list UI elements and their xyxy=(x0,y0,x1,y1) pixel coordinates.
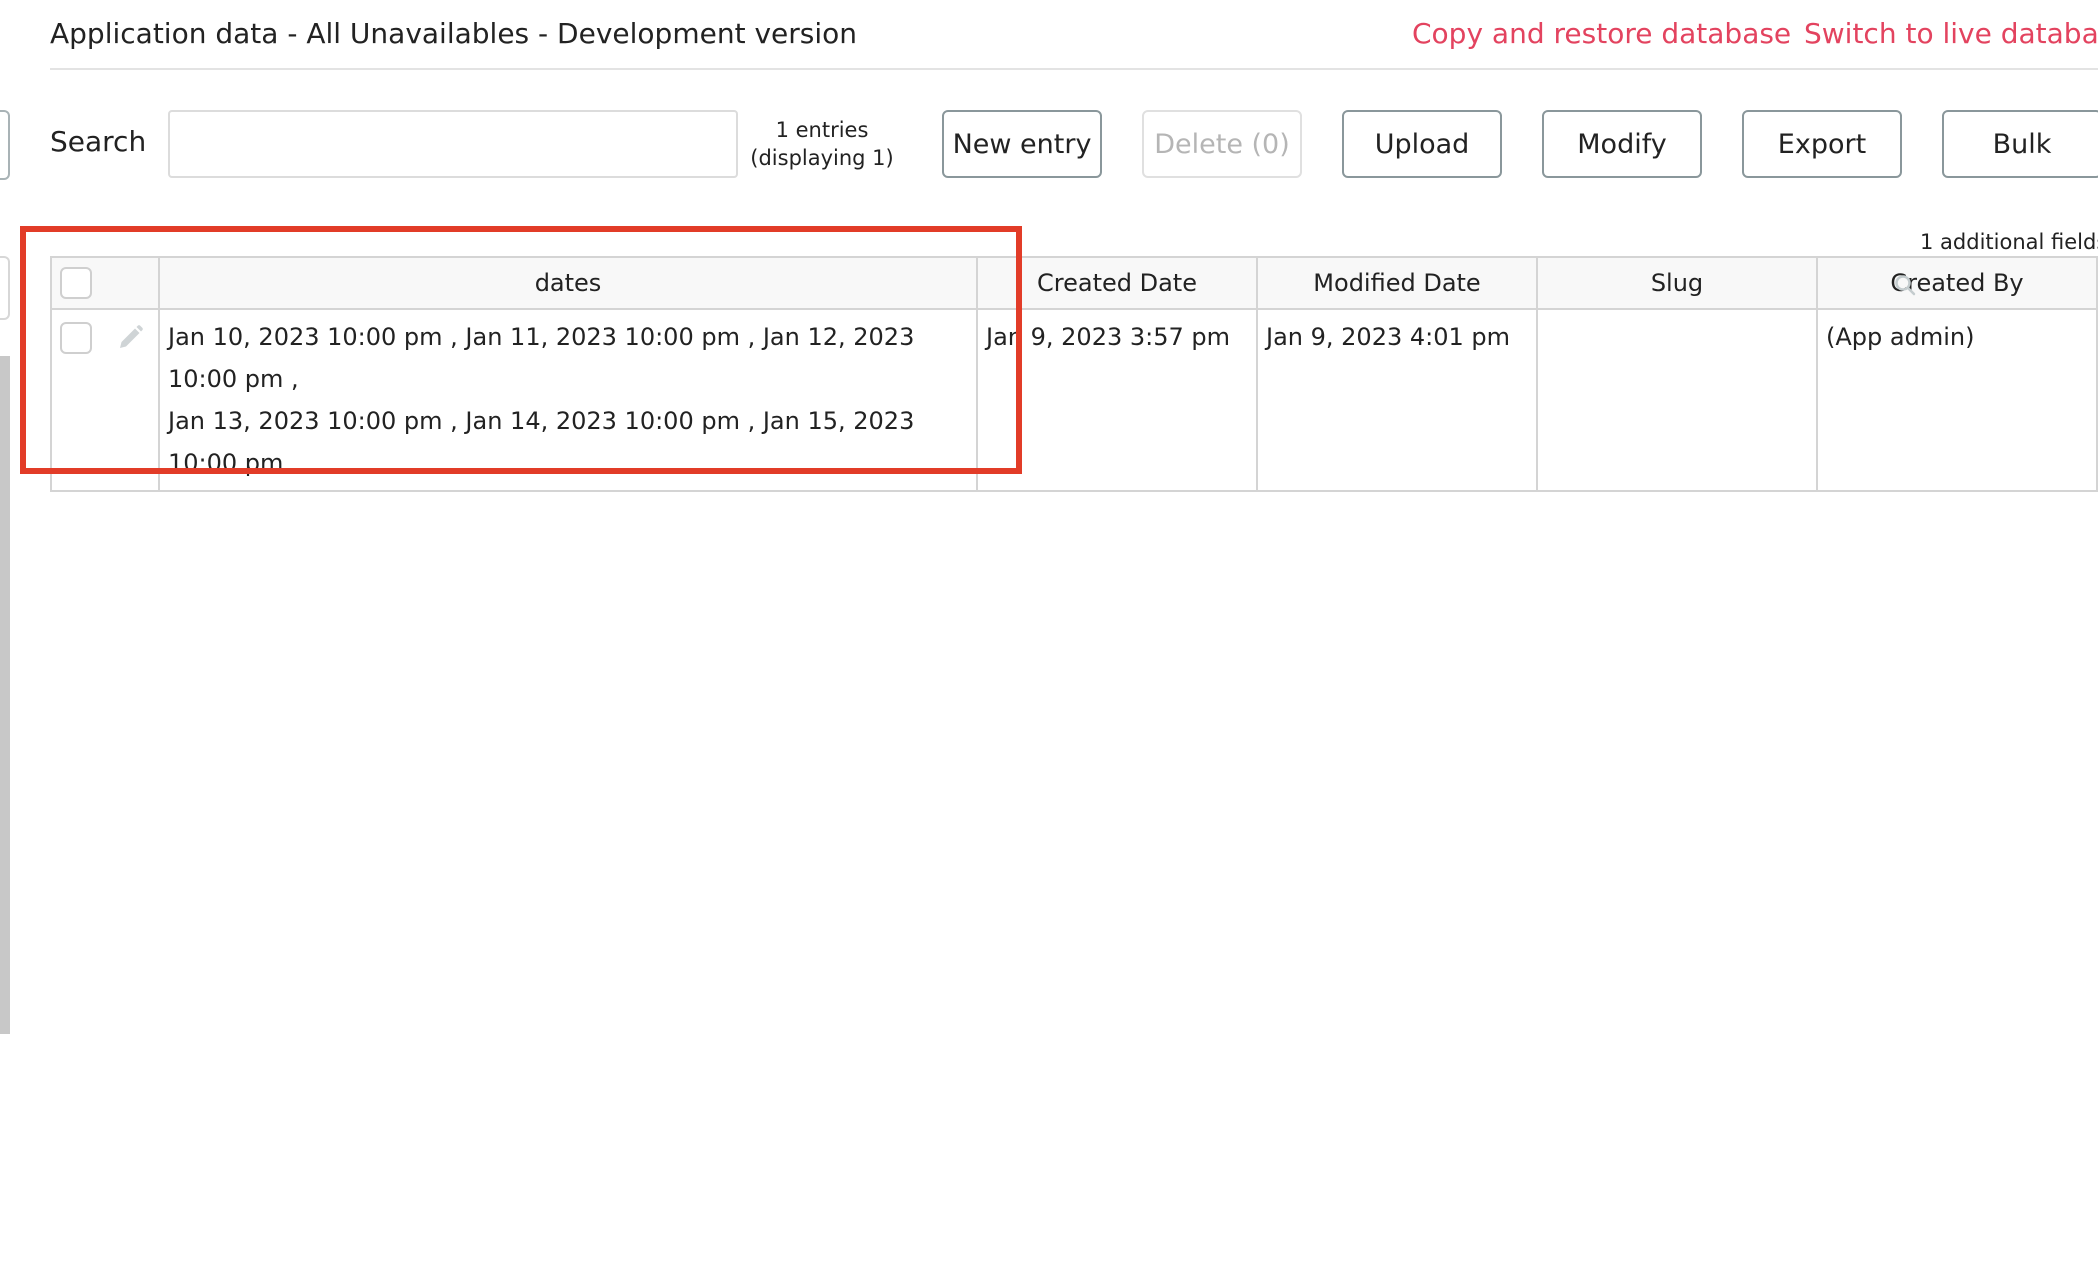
modify-button[interactable]: Modify xyxy=(1542,110,1702,178)
switch-live-database-link[interactable]: Switch to live database xyxy=(1804,14,2098,54)
search-label: Search xyxy=(50,125,147,158)
column-header-dates[interactable]: dates xyxy=(158,256,978,310)
new-entry-button[interactable]: New entry xyxy=(942,110,1102,178)
sidebar-toggle-button[interactable] xyxy=(0,110,10,180)
entries-total: 1 entries xyxy=(775,118,869,142)
pencil-icon[interactable] xyxy=(116,324,144,352)
upload-button[interactable]: Upload xyxy=(1342,110,1502,178)
cell-created-by[interactable]: (App admin) xyxy=(1816,308,2098,492)
sidebar-scrollbar[interactable] xyxy=(0,356,10,1034)
cell-dates-line2: Jan 13, 2023 10:00 pm , Jan 14, 2023 10:… xyxy=(168,407,915,477)
data-table: dates Created Date Modified Date Slug Cr… xyxy=(50,256,2098,492)
select-all-checkbox[interactable] xyxy=(60,267,92,299)
row-select-checkbox[interactable] xyxy=(60,322,92,354)
column-header-slug[interactable]: Slug xyxy=(1536,256,1818,310)
copy-restore-database-link[interactable]: Copy and restore database xyxy=(1412,14,1791,54)
header-select-cell xyxy=(50,256,160,310)
export-button[interactable]: Export xyxy=(1742,110,1902,178)
delete-button: Delete (0) xyxy=(1142,110,1302,178)
cell-modified-date[interactable]: Jan 9, 2023 4:01 pm xyxy=(1256,308,1538,492)
search-input[interactable] xyxy=(168,110,738,178)
page-title: Application data - All Unavailables - De… xyxy=(50,17,857,50)
row-control-cell xyxy=(50,308,160,492)
header-divider xyxy=(50,68,2098,70)
cell-dates-line1: Jan 10, 2023 10:00 pm , Jan 11, 2023 10:… xyxy=(168,323,915,393)
table-header-row: dates Created Date Modified Date Slug Cr… xyxy=(50,256,2098,310)
column-header-created-date[interactable]: Created Date xyxy=(976,256,1258,310)
search-icon[interactable] xyxy=(1894,274,1916,296)
table-row: Jan 10, 2023 10:00 pm , Jan 11, 2023 10:… xyxy=(50,308,2098,492)
column-header-modified-date[interactable]: Modified Date xyxy=(1256,256,1538,310)
bulk-button[interactable]: Bulk xyxy=(1942,110,2098,178)
cell-dates[interactable]: Jan 10, 2023 10:00 pm , Jan 11, 2023 10:… xyxy=(158,308,978,492)
cell-slug[interactable] xyxy=(1536,308,1818,492)
additional-fields-link[interactable]: 1 additional fields xyxy=(1920,228,2098,256)
cell-created-date[interactable]: Jan 9, 2023 3:57 pm xyxy=(976,308,1258,492)
entries-count: 1 entries (displaying 1) xyxy=(744,116,900,172)
column-header-created-by-cell[interactable]: Created By xyxy=(1816,256,2098,310)
sidebar-edge-panel xyxy=(0,256,10,320)
entries-displaying: (displaying 1) xyxy=(750,146,894,170)
